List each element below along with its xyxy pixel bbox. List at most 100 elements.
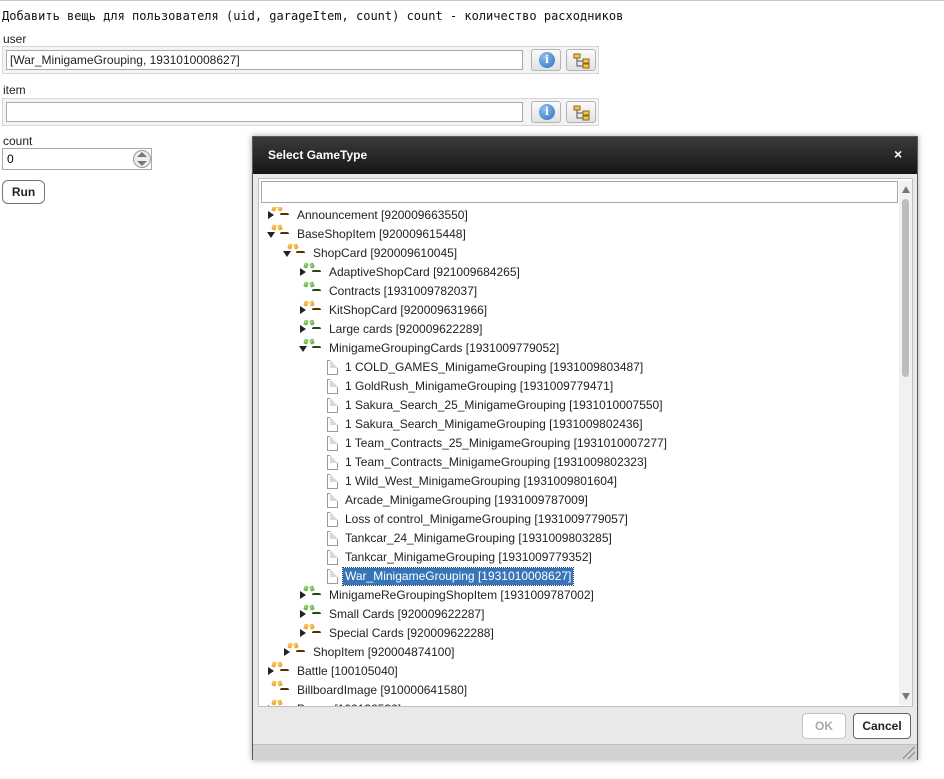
tree-node-label[interactable]: Announcement [920009663550] — [295, 207, 470, 224]
document-icon — [325, 493, 340, 508]
tree-node-label[interactable]: Special Cards [920009622288] — [327, 625, 496, 642]
green-monster-icon — [309, 588, 324, 603]
item-tree-picker-button[interactable] — [566, 101, 596, 123]
document-icon — [325, 455, 340, 470]
dialog-content: Announcement [920009663550] BaseShopItem … — [258, 178, 913, 707]
tree-node-label[interactable]: 1 Sakura_Search_25_MinigameGrouping [193… — [343, 397, 665, 414]
tree-node-label[interactable]: Battle [100105040] — [295, 663, 400, 680]
resize-grip-icon[interactable] — [903, 747, 915, 759]
count-input[interactable] — [2, 148, 152, 170]
green-monster-icon — [309, 341, 324, 356]
tree-node-label[interactable]: 1 COLD_GAMES_MinigameGrouping [193100980… — [343, 359, 645, 376]
tree-node-label[interactable]: War_MinigameGrouping [1931010008627] — [341, 567, 575, 586]
tree-node-label[interactable]: AdaptiveShopCard [921009684265] — [327, 264, 522, 281]
run-button[interactable]: Run — [2, 180, 45, 204]
document-icon — [325, 436, 340, 451]
tree-scrollbar[interactable] — [899, 181, 912, 705]
document-icon — [325, 512, 340, 527]
document-icon — [325, 474, 340, 489]
user-field-group: i — [2, 46, 599, 74]
scroll-thumb[interactable] — [902, 199, 909, 377]
item-input[interactable] — [6, 102, 523, 122]
orange-monster-icon — [277, 702, 292, 706]
green-monster-icon — [309, 322, 324, 337]
tree-node-label[interactable]: Tankcar_24_MinigameGrouping [19310098032… — [343, 530, 614, 547]
document-icon — [325, 398, 340, 413]
tree-node-label[interactable]: Large cards [920009622289] — [327, 321, 484, 338]
item-field-group: i — [2, 98, 599, 126]
orange-monster-icon — [277, 208, 292, 223]
orange-monster-icon — [293, 246, 308, 261]
document-icon — [325, 569, 340, 584]
ok-button[interactable]: OK — [802, 713, 846, 739]
green-monster-icon — [309, 284, 324, 299]
orange-monster-icon — [277, 683, 292, 698]
green-monster-icon — [309, 265, 324, 280]
orange-monster-icon — [277, 664, 292, 679]
green-monster-icon — [309, 607, 324, 622]
tree-node-label[interactable]: MinigameGroupingCards [1931009779052] — [327, 340, 561, 357]
tree-node-label[interactable]: 1 Team_Contracts_MinigameGrouping [19310… — [343, 454, 649, 471]
item-info-button[interactable]: i — [531, 101, 561, 123]
tree-node-label[interactable]: MinigameReGroupingShopItem [193100978700… — [327, 587, 596, 604]
tree-filter-input[interactable] — [261, 181, 898, 203]
tree-node-label[interactable]: 1 Team_Contracts_25_MinigameGrouping [19… — [343, 435, 669, 452]
top-border — [0, 0, 944, 1]
orange-monster-icon — [309, 626, 324, 641]
tree-node-label[interactable]: Contracts [1931009782037] — [327, 283, 479, 300]
tree-picker-icon — [573, 53, 590, 69]
tree-node-label[interactable]: 1 GoldRush_MinigameGrouping [19310097794… — [343, 378, 615, 395]
cancel-button[interactable]: Cancel — [853, 713, 911, 739]
user-input[interactable] — [6, 50, 523, 70]
document-icon — [325, 379, 340, 394]
orange-monster-icon — [277, 227, 292, 242]
info-icon: i — [539, 104, 555, 120]
document-icon — [325, 531, 340, 546]
tree-node-label[interactable]: ShopItem [920004874100] — [311, 644, 456, 661]
scroll-down-icon[interactable] — [902, 693, 910, 700]
count-label: count — [3, 134, 33, 148]
user-info-button[interactable]: i — [531, 49, 561, 71]
tree-node-label[interactable]: BaseShopItem [920009615448] — [295, 226, 468, 243]
orange-monster-icon — [293, 645, 308, 660]
tree-picker-icon — [573, 105, 590, 121]
tree-node-label[interactable]: ShopCard [920009610045] — [311, 245, 459, 262]
info-icon: i — [539, 52, 555, 68]
gametype-tree: Announcement [920009663550] BaseShopItem … — [259, 207, 897, 706]
dialog-statusbar — [253, 744, 917, 760]
tree-node-label[interactable]: 1 Sakura_Search_MinigameGrouping [193100… — [343, 416, 645, 433]
tree-node-label[interactable]: Small Cards [920009622287] — [327, 606, 486, 623]
scroll-up-icon[interactable] — [902, 186, 910, 193]
close-icon[interactable]: × — [894, 146, 902, 162]
user-tree-picker-button[interactable] — [566, 49, 596, 71]
tree-node-label[interactable]: 1 Wild_West_MinigameGrouping [1931009801… — [343, 473, 619, 490]
tree-node-label[interactable]: Bonus [100132530] — [295, 701, 403, 706]
tree-node-label[interactable]: Arcade_MinigameGrouping [1931009787009] — [343, 492, 590, 509]
dialog-title: Select GameType — [268, 148, 368, 162]
count-spinner[interactable] — [133, 149, 151, 169]
dialog-titlebar[interactable]: Select GameType × — [253, 137, 917, 174]
user-label: user — [3, 32, 27, 46]
tree-node-label[interactable]: Loss of control_MinigameGrouping [193100… — [343, 511, 630, 528]
document-icon — [325, 360, 340, 375]
page-description: Добавить вещь для пользователя (uid, gar… — [2, 9, 624, 23]
document-icon — [325, 417, 340, 432]
tree-node-label[interactable]: BillboardImage [910000641580] — [295, 682, 469, 699]
document-icon — [325, 550, 340, 565]
item-label: item — [3, 83, 26, 97]
select-gametype-dialog: Select GameType × Announcement [92000966… — [252, 136, 918, 760]
tree-node-label[interactable]: Tankcar_MinigameGrouping [1931009779352] — [343, 549, 594, 566]
tree-node-label[interactable]: KitShopCard [920009631966] — [327, 302, 489, 319]
